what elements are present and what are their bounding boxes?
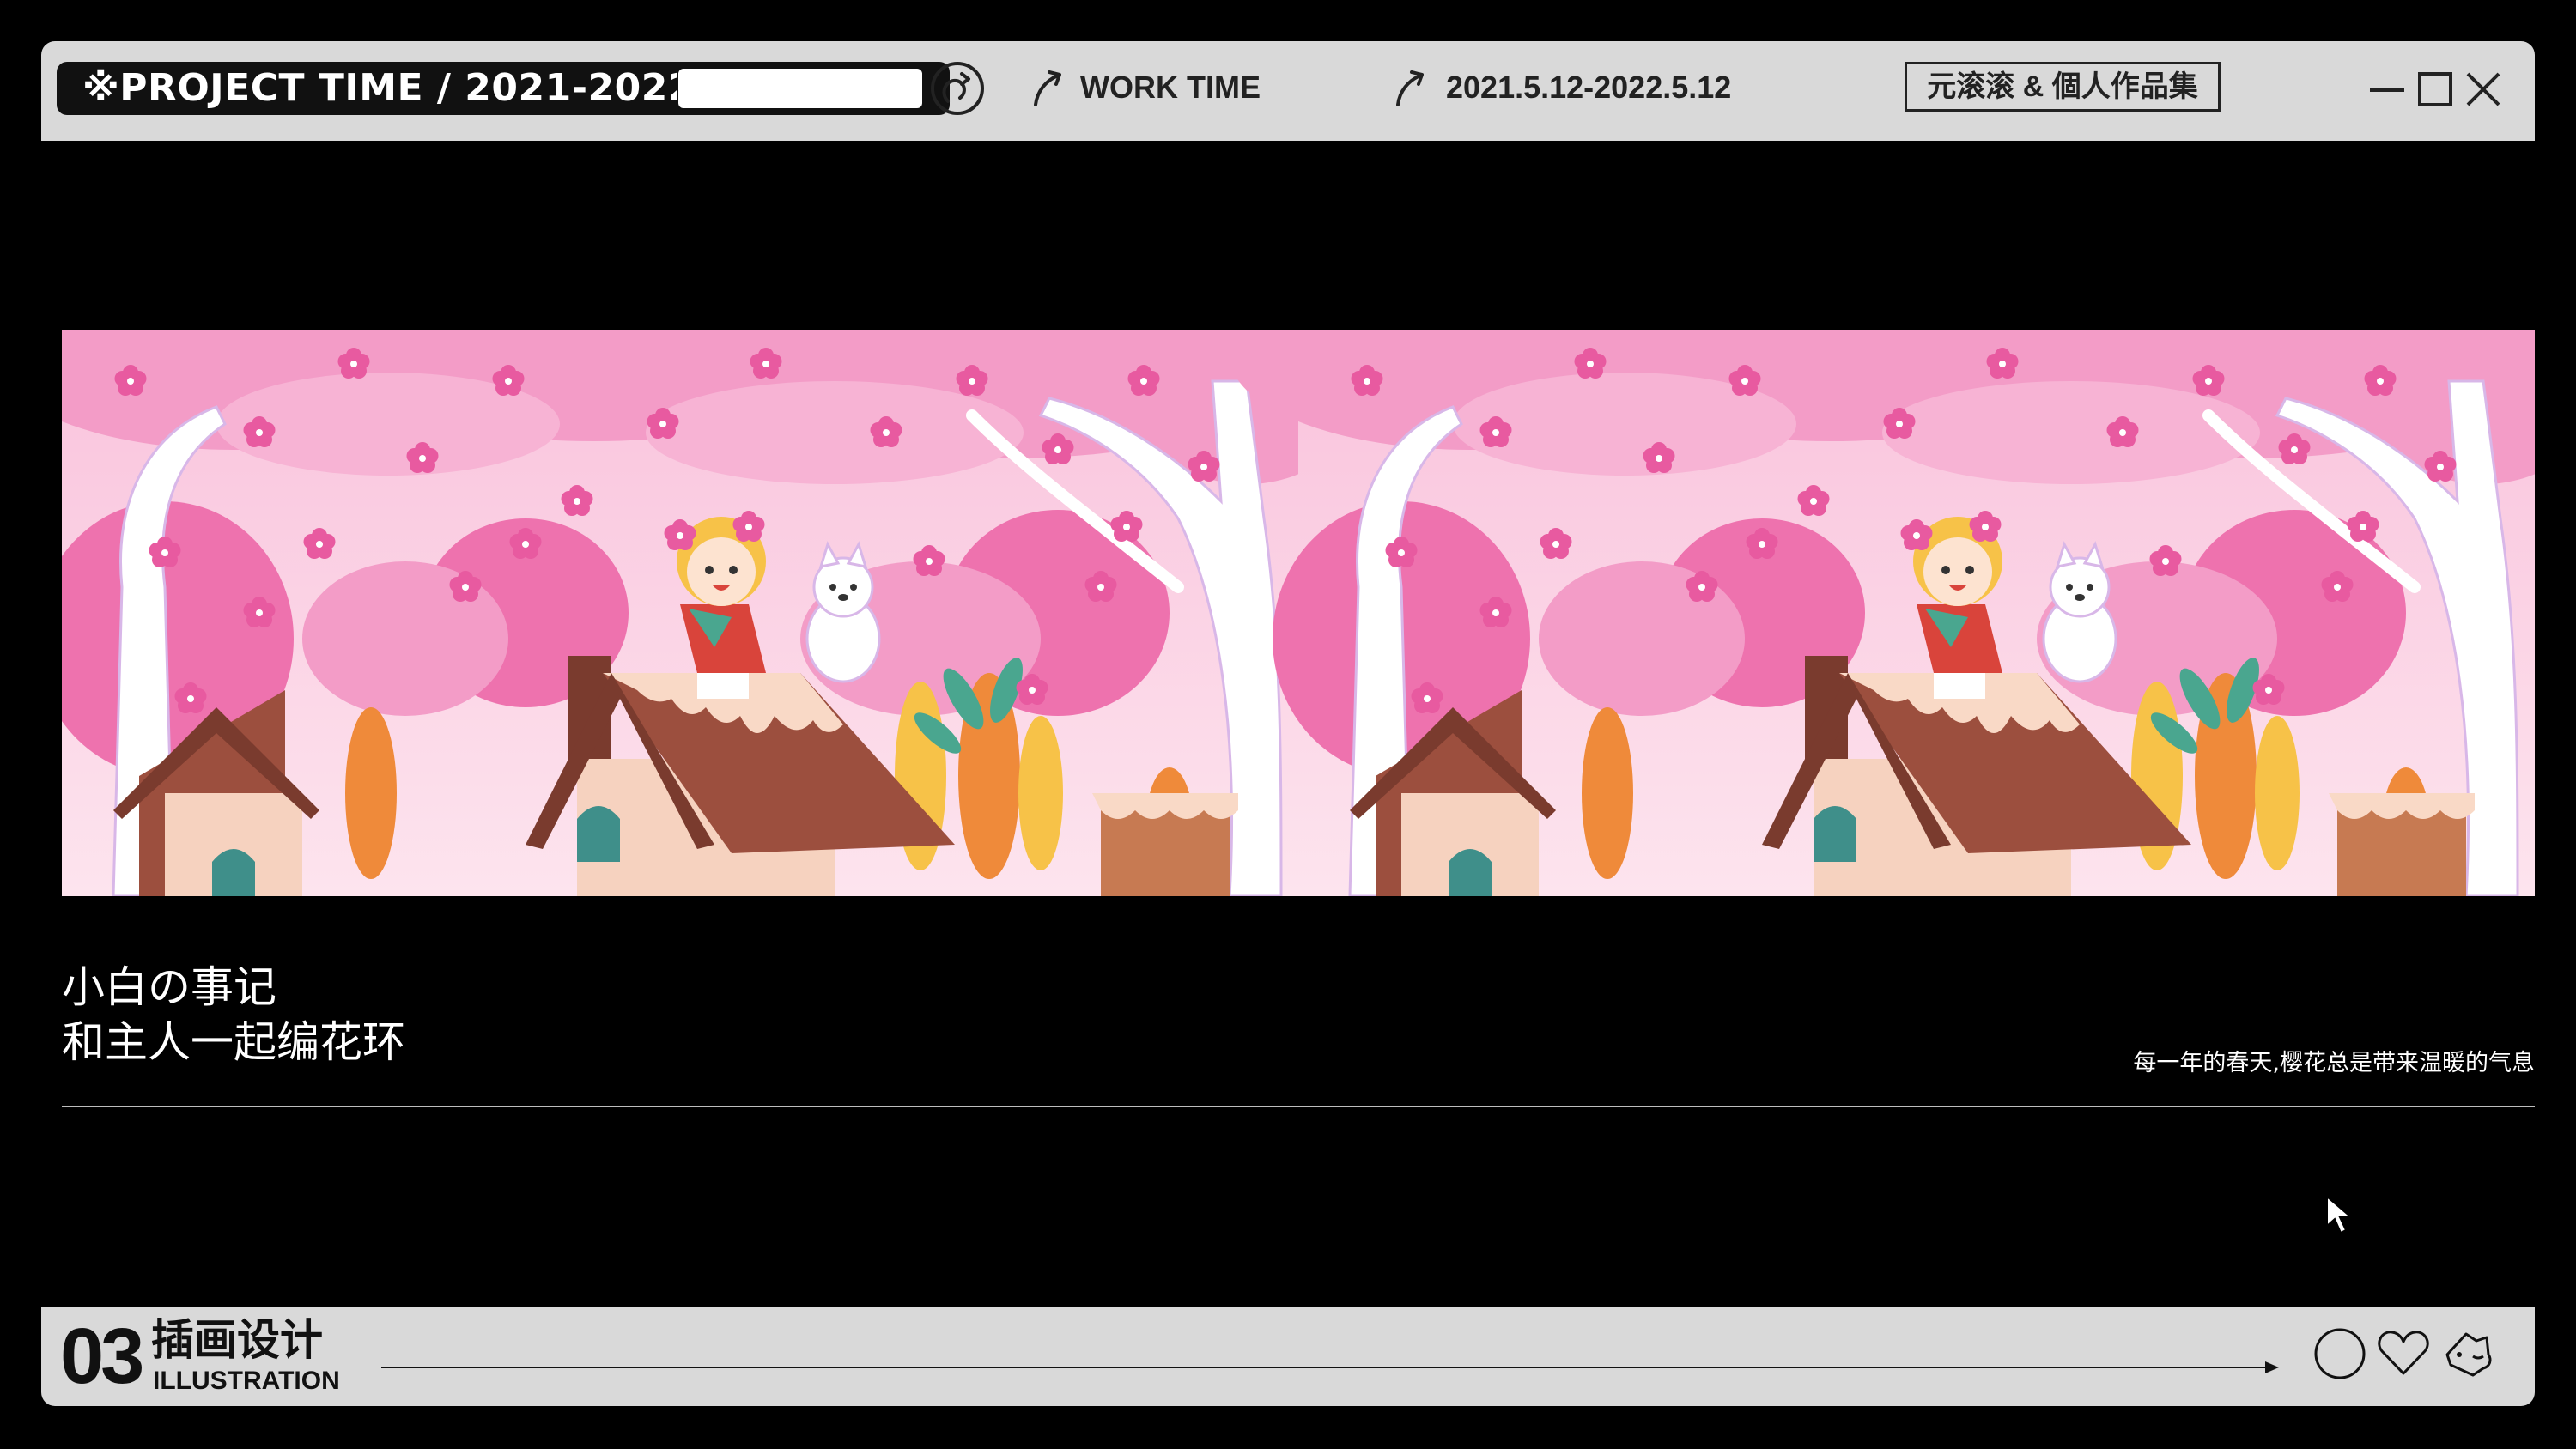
curved-arrow-icon [1396, 70, 1424, 106]
arrow-head-icon [2265, 1361, 2279, 1373]
circle-icon[interactable] [2312, 1325, 2368, 1382]
caption-divider [62, 1106, 2535, 1107]
portfolio-badge-button[interactable]: 元滚滚 & 個人作品集 [1905, 62, 2221, 112]
section-subtitle: ILLUSTRATION [153, 1367, 340, 1395]
mouse-pointer-icon [2326, 1195, 2354, 1234]
section-title: 插画设计 [151, 1315, 323, 1365]
maximize-icon[interactable] [2413, 67, 2458, 112]
date-range-label: 2021.5.12-2022.5.12 [1446, 70, 1732, 105]
refresh-swirl-icon[interactable] [927, 58, 987, 118]
illustration-subtitle: 每一年的春天,樱花总是带来温暖的气息 [2133, 1050, 2535, 1076]
close-icon[interactable] [2461, 67, 2506, 112]
project-pill: ※PROJECT TIME / 2021-2022 [57, 62, 950, 115]
title-line-2: 和主人一起编花环 [62, 1017, 405, 1067]
illustration-banner [62, 330, 2535, 896]
title-line-1: 小白の事记 [62, 962, 276, 1012]
title-bar: ※PROJECT TIME / 2021-2022 WORK TIME 2021… [41, 41, 2535, 141]
illustration-title: 小白の事记 和主人一起编花环 [62, 960, 405, 1070]
project-time-label: ※PROJECT TIME / 2021-2022 [82, 66, 695, 110]
cat-face-icon[interactable] [2439, 1325, 2495, 1382]
progress-line [381, 1367, 2270, 1368]
project-search-input[interactable] [677, 67, 924, 110]
section-bar: 03 插画设计 ILLUSTRATION [41, 1307, 2535, 1406]
minimize-icon[interactable] [2365, 67, 2409, 112]
section-number: 03 [60, 1313, 144, 1400]
curved-arrow-icon [1034, 70, 1061, 106]
work-time-label: WORK TIME [1080, 70, 1261, 105]
cherry-blossom-illustration [62, 330, 2535, 896]
heart-icon[interactable] [2375, 1325, 2432, 1382]
